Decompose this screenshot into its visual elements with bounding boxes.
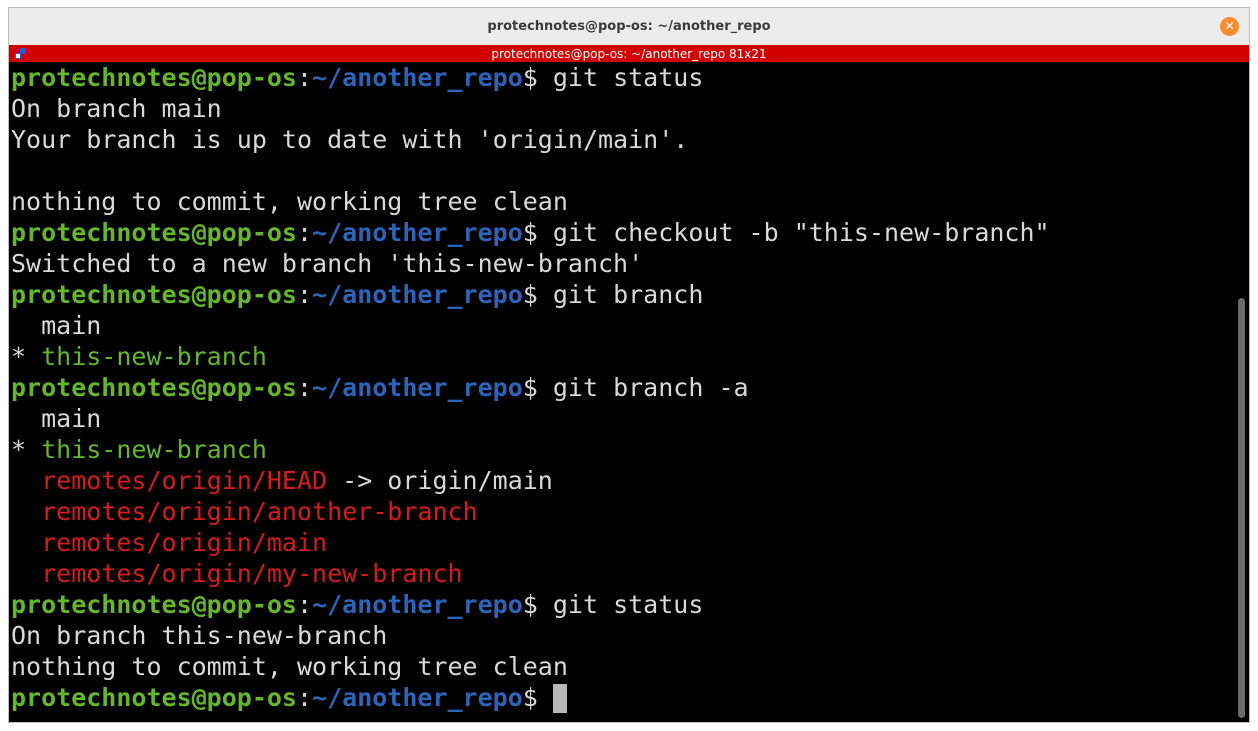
output-line: nothing to commit, working tree clean [11,187,568,216]
branch-indent [11,528,41,557]
prompt-line: protechnotes@pop-os:~/another_repo$ git … [11,589,1233,620]
prompt-user-host: protechnotes@pop-os [11,218,297,247]
prompt-path: ~/another_repo [312,218,523,247]
vertical-scrollbar[interactable] [1235,62,1249,722]
prompt-user-host: protechnotes@pop-os [11,590,297,619]
prompt-separator: : [296,590,313,619]
branch-line: main [11,404,102,433]
window-title: protechnotes@pop-os: ~/another_repo [487,19,771,34]
remote-branch-line: remotes/origin/main [11,527,1233,558]
close-button[interactable]: ✕ [1220,17,1239,36]
output-line: On branch this-new-branch [11,621,388,650]
prompt-separator: : [296,280,313,309]
branch-line-current: * this-new-branch [11,341,1233,372]
prompt-symbol: $ [522,373,538,402]
prompt-symbol: $ [522,63,538,92]
remote-branch-line: remotes/origin/another-branch [11,496,1233,527]
output-line: On branch main [11,94,222,123]
prompt-path: ~/another_repo [312,280,523,309]
current-branch-marker: * [11,435,42,464]
remote-branch-name: remotes/origin/my-new-branch [41,559,463,588]
prompt-path: ~/another_repo [312,63,523,92]
remote-head-target: -> origin/main [327,466,553,495]
prompt-user-host: protechnotes@pop-os [11,280,297,309]
prompt-symbol: $ [522,218,538,247]
prompt-path: ~/another_repo [312,590,523,619]
title-bar[interactable]: protechnotes@pop-os: ~/another_repo ✕ [9,8,1249,45]
command-text: git branch -a [537,373,749,402]
terminal-output[interactable]: protechnotes@pop-os:~/another_repo$ git … [11,62,1233,722]
prompt-line: protechnotes@pop-os:~/another_repo$ git … [11,217,1233,248]
terminal-tab-icon[interactable] [15,48,26,59]
prompt-separator: : [296,63,313,92]
output-line: Your branch is up to date with 'origin/m… [11,125,689,154]
remote-branch-name: remotes/origin/main [41,528,328,557]
text-cursor [552,684,567,713]
output-line: Switched to a new branch 'this-new-branc… [11,249,644,278]
remote-branch-name: remotes/origin/another-branch [41,497,478,526]
branch-indent [11,559,41,588]
branch-line: main [11,311,102,340]
prompt-line: protechnotes@pop-os:~/another_repo$ git … [11,279,1233,310]
command-text: git status [537,63,704,92]
prompt-line: protechnotes@pop-os:~/another_repo$ git … [11,372,1233,403]
prompt-separator: : [296,683,313,712]
current-branch-name: this-new-branch [41,342,267,371]
active-prompt-line[interactable]: protechnotes@pop-os:~/another_repo$ [11,682,1233,713]
command-text: git checkout -b "this-new-branch" [537,218,1050,247]
output-line: nothing to commit, working tree clean [11,652,568,681]
command-text: git branch [537,280,704,309]
prompt-path: ~/another_repo [312,373,523,402]
prompt-user-host: protechnotes@pop-os [11,63,297,92]
prompt-line: protechnotes@pop-os:~/another_repo$ git … [11,62,1233,93]
branch-indent [11,497,41,526]
terminal-tab-bar[interactable]: protechnotes@pop-os: ~/another_repo 81x2… [9,45,1249,62]
remote-branch-line: remotes/origin/HEAD -> origin/main [11,465,1233,496]
terminal-window: protechnotes@pop-os: ~/another_repo ✕ pr… [9,8,1249,722]
current-branch-marker: * [11,342,42,371]
command-text: git status [537,590,704,619]
prompt-path: ~/another_repo [312,683,523,712]
remote-branch-name: remotes/origin/HEAD [41,466,328,495]
prompt-symbol: $ [522,590,538,619]
prompt-user-host: protechnotes@pop-os [11,373,297,402]
scrollbar-thumb[interactable] [1238,298,1245,718]
prompt-symbol: $ [522,683,538,712]
branch-line-current: * this-new-branch [11,434,1233,465]
current-branch-name: this-new-branch [41,435,267,464]
prompt-separator: : [296,218,313,247]
prompt-user-host: protechnotes@pop-os [11,683,297,712]
tab-title: protechnotes@pop-os: ~/another_repo 81x2… [491,46,767,61]
prompt-symbol: $ [522,280,538,309]
prompt-separator: : [296,373,313,402]
remote-branch-line: remotes/origin/my-new-branch [11,558,1233,589]
branch-indent [11,466,41,495]
command-input[interactable] [538,683,553,712]
